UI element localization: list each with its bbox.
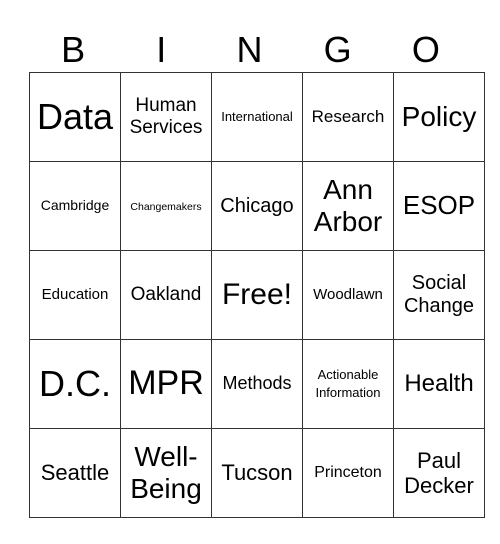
bingo-cell[interactable]: Seattle <box>29 428 121 518</box>
bingo-cell-text: Well-Being <box>130 440 202 504</box>
bingo-cell[interactable]: Chicago <box>211 161 303 251</box>
bingo-cell[interactable]: Data <box>29 72 121 162</box>
bingo-cell-text: Seattle <box>40 460 110 486</box>
bingo-cell-text: Health <box>404 370 474 398</box>
bingo-row: Data Human Services International Research P… <box>29 72 485 162</box>
bingo-cell-text: Human Services <box>129 95 203 138</box>
header-letter-i: I <box>156 29 167 70</box>
bingo-cell-text: Ann Arbor <box>313 173 383 237</box>
bingo-cell-text: MPR <box>128 364 204 403</box>
bingo-cell[interactable]: Tucson <box>211 428 303 518</box>
bingo-cell[interactable]: Social Change <box>393 250 485 340</box>
bingo-cell-text: Cambridge <box>40 196 110 213</box>
bingo-cell[interactable]: Paul Decker <box>393 428 485 518</box>
bingo-cell[interactable]: Well-Being <box>120 428 212 518</box>
bingo-cell-text: Research <box>311 106 385 126</box>
bingo-grid: Data Human Services International Research P… <box>29 72 485 518</box>
header-letter-n: N <box>236 29 263 70</box>
bingo-cell[interactable]: Actionable Information <box>302 339 394 429</box>
bingo-row: Education Oakland Free! Woodlawn Social Chan… <box>29 250 485 340</box>
bingo-cell[interactable]: Princeton <box>302 428 394 518</box>
bingo-cell-text: Education <box>41 285 109 303</box>
bingo-cell[interactable]: ESOP <box>393 161 485 251</box>
bingo-cell[interactable]: Human Services <box>120 72 212 162</box>
bingo-cell-text: Data <box>36 96 114 138</box>
bingo-cell[interactable]: Woodlawn <box>302 250 394 340</box>
bingo-cell[interactable]: Cambridge <box>29 161 121 251</box>
bingo-cell-text: ESOP <box>402 190 476 221</box>
bingo-cell-text: Methods <box>222 373 292 394</box>
bingo-row: D.C. MPR Methods Actionable Information Heal… <box>29 339 485 429</box>
bingo-cell-text: D.C. <box>39 363 111 405</box>
bingo-cell-text: Woodlawn <box>313 285 383 303</box>
bingo-cell[interactable]: Free! <box>211 250 303 340</box>
header-letter-b: B <box>61 29 86 70</box>
bingo-cell-text: Paul Decker <box>404 447 474 498</box>
bingo-cell[interactable]: D.C. <box>29 339 121 429</box>
bingo-cell-text: Actionable Information <box>315 366 381 400</box>
bingo-cell-text: Policy <box>401 100 477 132</box>
bingo-cell[interactable]: Health <box>393 339 485 429</box>
header-letter-g: G <box>323 29 352 70</box>
bingo-cell-text: Free! <box>221 277 293 311</box>
bingo-cell[interactable]: Ann Arbor <box>302 161 394 251</box>
bingo-cell[interactable]: International <box>211 72 303 162</box>
bingo-cell-text: Princeton <box>314 463 382 481</box>
bingo-cell[interactable]: Education <box>29 250 121 340</box>
bingo-cell[interactable]: Policy <box>393 72 485 162</box>
header-letter-o: O <box>411 29 440 70</box>
bingo-cell-text: Tucson <box>221 460 293 486</box>
bingo-cell-text: International <box>221 108 293 124</box>
bingo-row: Seattle Well-Being Tucson Princeton Paul Dec… <box>29 428 485 518</box>
bingo-cell-text: Changemakers <box>130 200 202 213</box>
bingo-row: Cambridge Changemakers Chicago Ann Arbor ESO… <box>29 161 485 251</box>
bingo-cell-text: Chicago <box>220 194 294 217</box>
bingo-cell[interactable]: Oakland <box>120 250 212 340</box>
bingo-cell[interactable]: Methods <box>211 339 303 429</box>
bingo-header: B I N G O <box>29 28 470 72</box>
bingo-cell[interactable]: Changemakers <box>120 161 212 251</box>
bingo-cell-text: Social Change <box>403 272 475 317</box>
bingo-cell-text: Oakland <box>130 284 202 306</box>
bingo-cell[interactable]: Research <box>302 72 394 162</box>
bingo-cell[interactable]: MPR <box>120 339 212 429</box>
